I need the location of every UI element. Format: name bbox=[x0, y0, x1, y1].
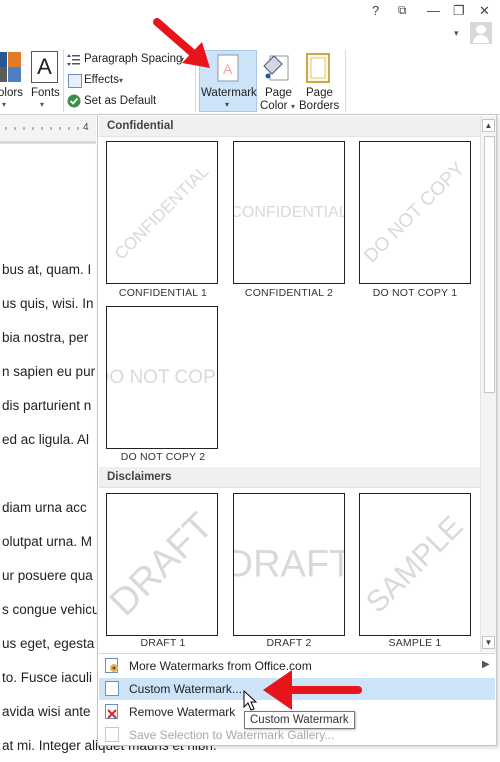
red-arrow-to-watermark bbox=[153, 18, 210, 68]
mouse-cursor-icon bbox=[243, 689, 258, 711]
annotation-overlay bbox=[153, 18, 362, 711]
red-arrow-to-custom-watermark bbox=[263, 670, 362, 710]
